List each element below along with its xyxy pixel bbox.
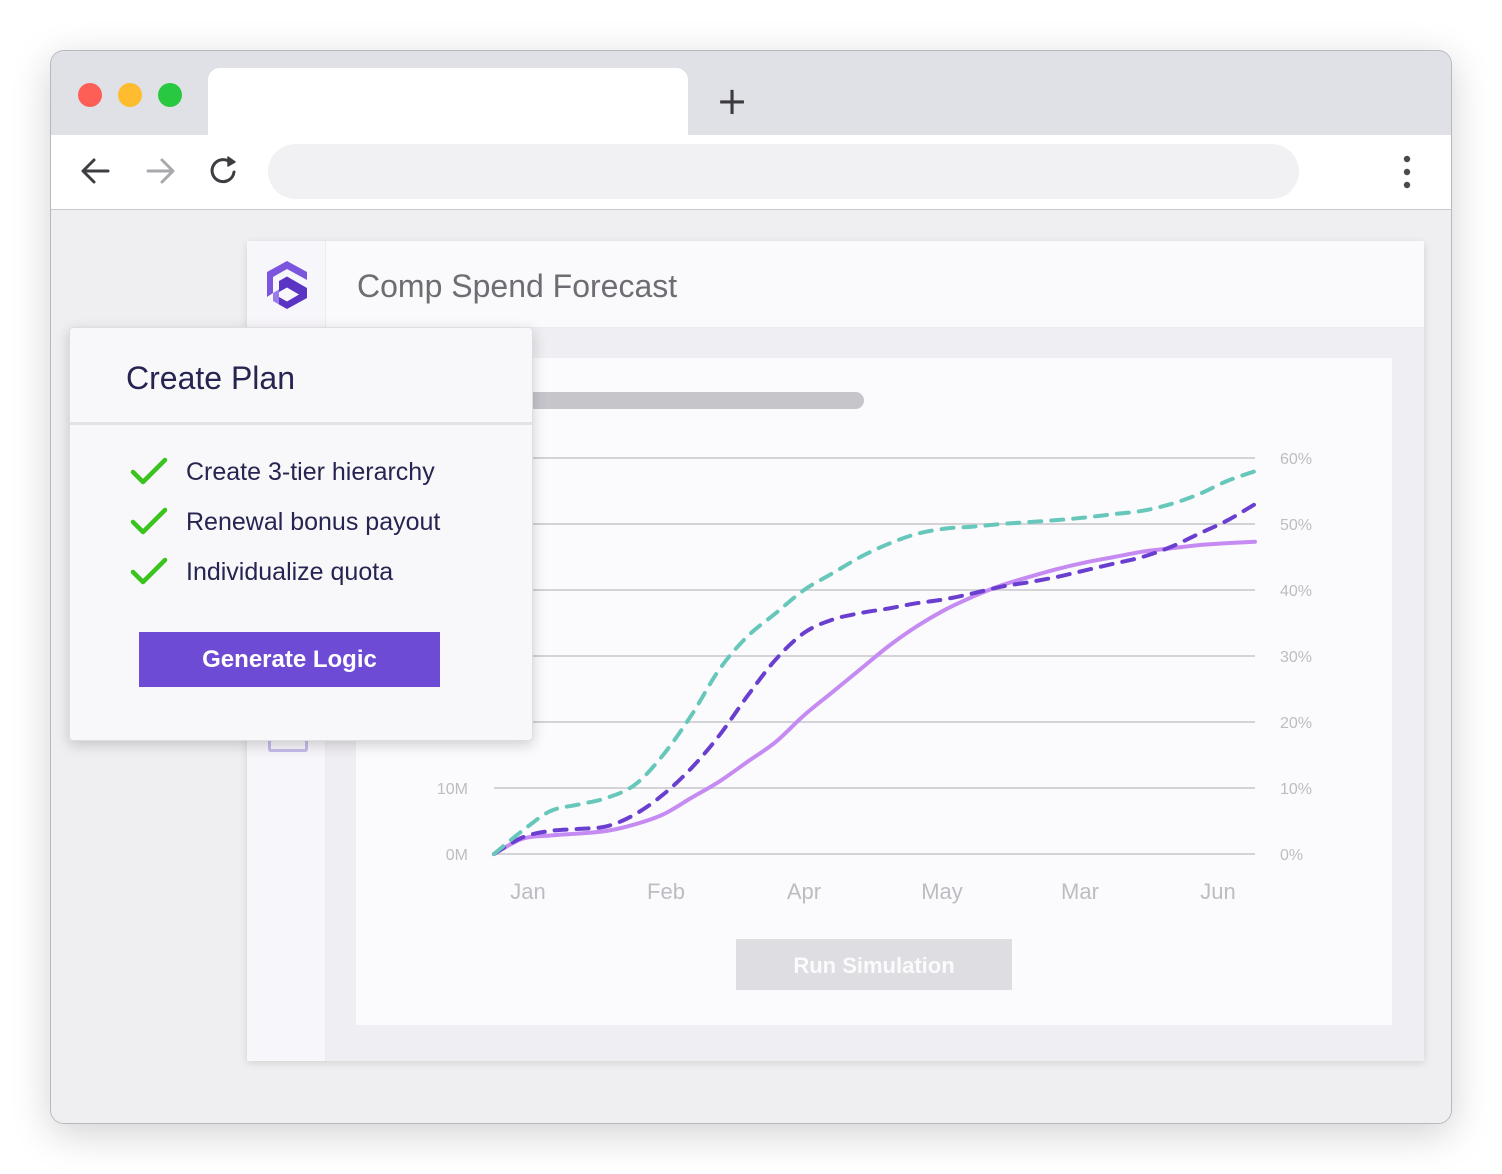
chart-series-line: [492, 539, 1257, 856]
checkmark-icon: [130, 457, 168, 485]
chart-series-line: [492, 502, 1257, 856]
checkmark-icon: [130, 507, 168, 535]
right-axis-tick-label: 30%: [1280, 649, 1312, 666]
browser-menu-button[interactable]: [1395, 155, 1419, 189]
plan-task-label: Individualize quota: [186, 558, 394, 586]
plan-panel-title: Create Plan: [126, 360, 295, 396]
reload-button[interactable]: [206, 153, 242, 189]
minimize-window-button[interactable]: [118, 83, 142, 107]
close-window-button[interactable]: [78, 83, 102, 107]
new-tab-button[interactable]: +: [714, 82, 750, 120]
x-axis-tick-label: Mar: [1061, 879, 1099, 904]
x-axis-tick-label: Jun: [1200, 879, 1235, 904]
x-axis-tick-label: Feb: [647, 879, 685, 904]
right-axis-tick-label: 10%: [1280, 781, 1312, 798]
chart-series-line: [492, 469, 1257, 856]
create-plan-panel: Create Plan Create 3-tier hierarchy Rene…: [69, 327, 533, 741]
right-axis-tick-label: 60%: [1280, 451, 1312, 468]
plan-task-label: Create 3-tier hierarchy: [186, 458, 435, 486]
forward-button[interactable]: [142, 153, 178, 189]
active-tab[interactable]: [208, 68, 688, 135]
left-axis-tick-label: 0M: [446, 847, 468, 864]
x-axis-tick-label: Apr: [787, 879, 821, 904]
back-arrow-icon: [81, 158, 110, 184]
reload-icon: [210, 156, 236, 184]
logo-icon: [267, 261, 307, 309]
left-axis-tick-label: 10M: [437, 781, 468, 798]
forward-arrow-icon: [146, 158, 175, 184]
right-axis-tick-label: 40%: [1280, 583, 1312, 600]
right-axis-tick-label: 50%: [1280, 517, 1312, 534]
back-button[interactable]: [78, 153, 114, 189]
plan-panel-divider: [70, 422, 532, 425]
plan-task-label: Renewal bonus payout: [186, 508, 441, 536]
right-axis-tick-label: 0%: [1280, 847, 1303, 864]
brand-logo: [263, 259, 311, 311]
run-simulation-button[interactable]: Run Simulation: [736, 939, 1012, 990]
app-header: Comp Spend Forecast: [326, 241, 1424, 328]
maximize-window-button[interactable]: [158, 83, 182, 107]
checkmark-icon: [130, 557, 168, 585]
page-title: Comp Spend Forecast: [357, 268, 678, 304]
x-axis-tick-label: Jan: [510, 879, 545, 904]
x-axis-tick-label: May: [921, 879, 963, 904]
right-axis-tick-label: 20%: [1280, 715, 1312, 732]
tab-bar: +: [51, 51, 1451, 135]
address-bar[interactable]: [268, 144, 1299, 199]
generate-logic-button[interactable]: Generate Logic: [139, 632, 440, 687]
navigation-bar: [51, 135, 1451, 210]
more-vertical-icon: [1403, 155, 1411, 189]
